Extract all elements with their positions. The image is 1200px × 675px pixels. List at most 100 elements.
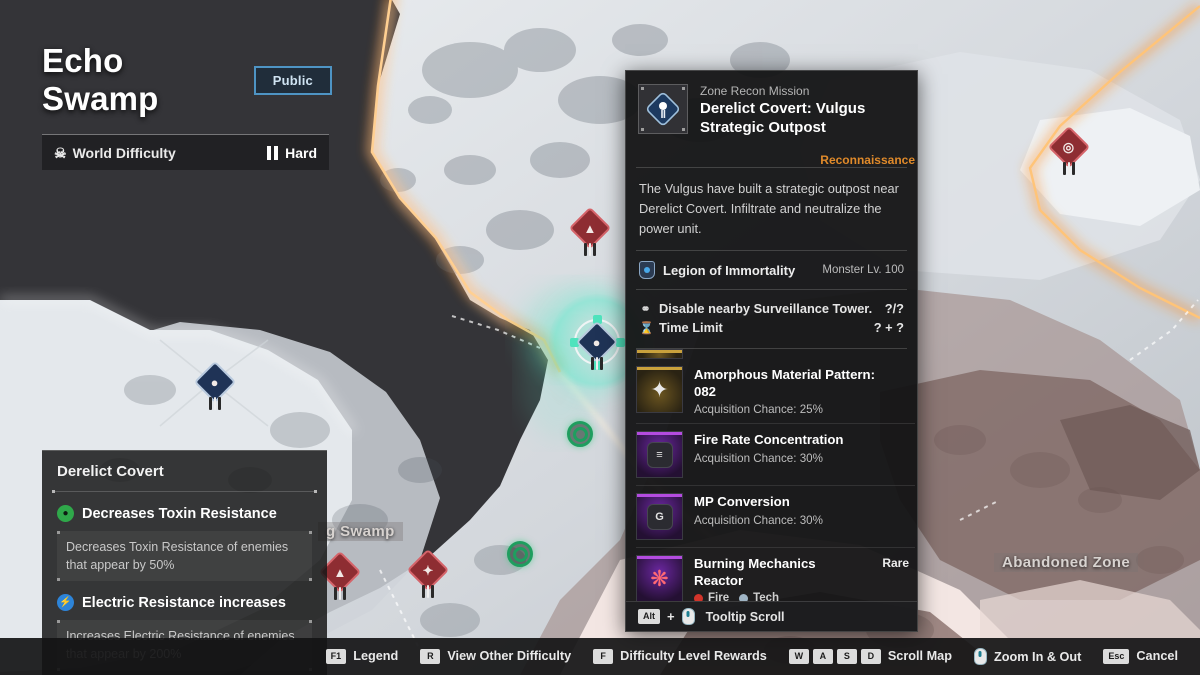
mission-tooltip: Zone Recon Mission Derelict Covert: Vulg… [625,70,918,632]
crystal-cluster-icon: ✦ [650,376,669,402]
map-marker-red-diamond[interactable]: ▲ [318,550,362,600]
item-icon: ≡ [636,431,683,479]
legion-shield-icon [639,261,655,280]
bottom-control-bar: F1 Legend R View Other Difficulty F Diff… [0,638,1200,675]
hint-label: Cancel [1136,649,1178,664]
key-w: W [788,649,809,664]
reward-rarity [903,366,909,367]
map-label: g Swamp [318,522,403,541]
reward-rarity [903,431,909,432]
reward-row[interactable]: G MP Conversion Acquisition Chance: 30% [636,486,915,547]
key-esc: Esc [1103,649,1130,664]
mission-tooltip-header: Zone Recon Mission Derelict Covert: Vulg… [626,71,917,148]
modifier-description-text: Decreases Toxin Resistance of enemies th… [66,540,289,573]
world-difficulty-bar[interactable]: ☠ World Difficulty Hard [42,134,329,170]
reward-tags: Fire Tech [694,592,865,601]
recon-mission-icon [638,84,688,134]
modifier-entry-header: ⚡ Electric Resistance increases [57,594,312,612]
toxin-icon: ● [57,505,74,522]
reward-tag-label: Tech [753,592,780,601]
map-marker-objective-ring[interactable] [567,421,593,447]
marker-stem [1063,162,1076,175]
zone-header: Echo Swamp Public ☠ World Difficulty Har… [42,42,332,170]
reward-row[interactable]: ✦ Amorphous Material Pattern: 082 Acquis… [636,359,915,423]
key-f1: F1 [325,649,347,664]
mission-type-badge: Reconnaissance [820,152,915,167]
marker-glyph: ▲ [583,220,597,236]
mission-name: Derelict Covert: Vulgus Strategic Outpos… [700,100,866,137]
divider [52,490,317,493]
modifier-panel-title: Derelict Covert [57,463,164,480]
hint-cancel[interactable]: Esc Cancel [1103,649,1178,664]
hint-keys: R [420,649,441,664]
world-difficulty-label: World Difficulty [72,144,176,161]
marker-glyph: ✦ [422,562,434,578]
map-marker-red-diamond[interactable]: ✦ [406,548,450,598]
map-label: Abandoned Zone [994,553,1139,572]
reward-chance: Acquisition Chance: 30% [694,451,823,465]
skull-icon: ☠ [54,144,67,161]
selection-node [616,338,625,347]
hint-view-other-difficulty[interactable]: R View Other Difficulty [420,649,571,664]
hint-scroll-map[interactable]: W A S D Scroll Map [788,649,952,664]
page-title: Echo Swamp [42,42,159,117]
reward-row[interactable]: ❋ Burning Mechanics Reactor Fire Tech Ac… [636,548,915,601]
marker-stem [422,585,435,598]
reward-name: Amorphous Material Pattern: 082 [694,367,875,399]
marker-stem [209,397,222,410]
modifier-entry-header: ● Decreases Toxin Resistance [57,505,312,522]
reward-rarity: Rare [882,556,909,571]
selected-marker-diamond[interactable]: ● [575,320,619,370]
difficulty-level-icon [267,145,279,160]
key-r: R [420,649,441,664]
visibility-badge[interactable]: Public [253,65,332,95]
reward-name: Fire Rate Concentration [694,432,844,448]
fire-icon [694,593,703,601]
legion-name: Legion of Immortality [663,262,796,278]
reward-text: MP Conversion Acquisition Chance: 30% [694,493,892,527]
marker-glyph: ◎ [1063,139,1075,155]
world-difficulty-label-group: ☠ World Difficulty [54,145,176,161]
hint-zoom[interactable]: Zoom In & Out [973,648,1082,665]
marker-stem [591,357,604,370]
item-icon [636,349,683,360]
reward-rarity [903,493,909,494]
hint-keys: W A S D [788,649,881,664]
reward-text: Amorphous Material Pattern: 082 Acquisit… [694,366,892,416]
reward-list[interactable]: ✦ Amorphous Material Pattern: 082 Acquis… [626,349,917,601]
modifier-entry: ● Decreases Toxin Resistance Decreases T… [42,492,327,582]
plus-sign: + [667,609,675,624]
tooltip-scroll-label: Tooltip Scroll [705,609,785,624]
objective-value: ?/? [884,301,904,317]
map-marker-blue-diamond[interactable]: ● [193,360,237,410]
key-d: D [860,649,881,664]
monster-level: Monster Lv. 100 [822,264,904,277]
map-marker-red-diamond[interactable]: ◎ [1047,125,1091,175]
module-chip-icon: G [646,503,673,530]
key-f: F [593,649,614,664]
map-marker-objective-ring[interactable] [507,541,533,567]
reward-row-partial[interactable] [636,349,915,360]
hint-keys: F1 [325,649,347,664]
title-row: Echo Swamp Public [42,42,332,118]
objectives-list: ⚭ Disable nearby Surveillance Tower. ?/?… [626,290,917,348]
hint-label: View Other Difficulty [447,649,572,664]
item-icon: ✦ [636,366,683,414]
objective-label: Disable nearby Surveillance Tower. [659,301,873,317]
hint-difficulty-level-rewards[interactable]: F Difficulty Level Rewards [593,649,767,664]
item-icon: ❋ [636,555,683,601]
electric-icon: ⚡ [57,594,74,612]
tower-icon: ⚭ [640,301,651,316]
map-marker-red-diamond[interactable]: ▲ [568,206,612,256]
hint-label: Zoom In & Out [993,649,1082,664]
mouse-scroll-icon [681,608,695,625]
mission-kicker: Zone Recon Mission [700,84,810,98]
hint-legend[interactable]: F1 Legend [325,649,398,664]
item-icon: G [636,493,683,541]
reward-chance: Acquisition Chance: 25% [694,403,823,417]
reward-row[interactable]: ≡ Fire Rate Concentration Acquisition Ch… [636,424,915,485]
reward-tag-label: Fire [708,592,730,601]
mouse-scroll-icon [973,648,987,665]
marker-stem [584,243,597,256]
modifier-entry-description: Decreases Toxin Resistance of enemies th… [57,531,312,582]
